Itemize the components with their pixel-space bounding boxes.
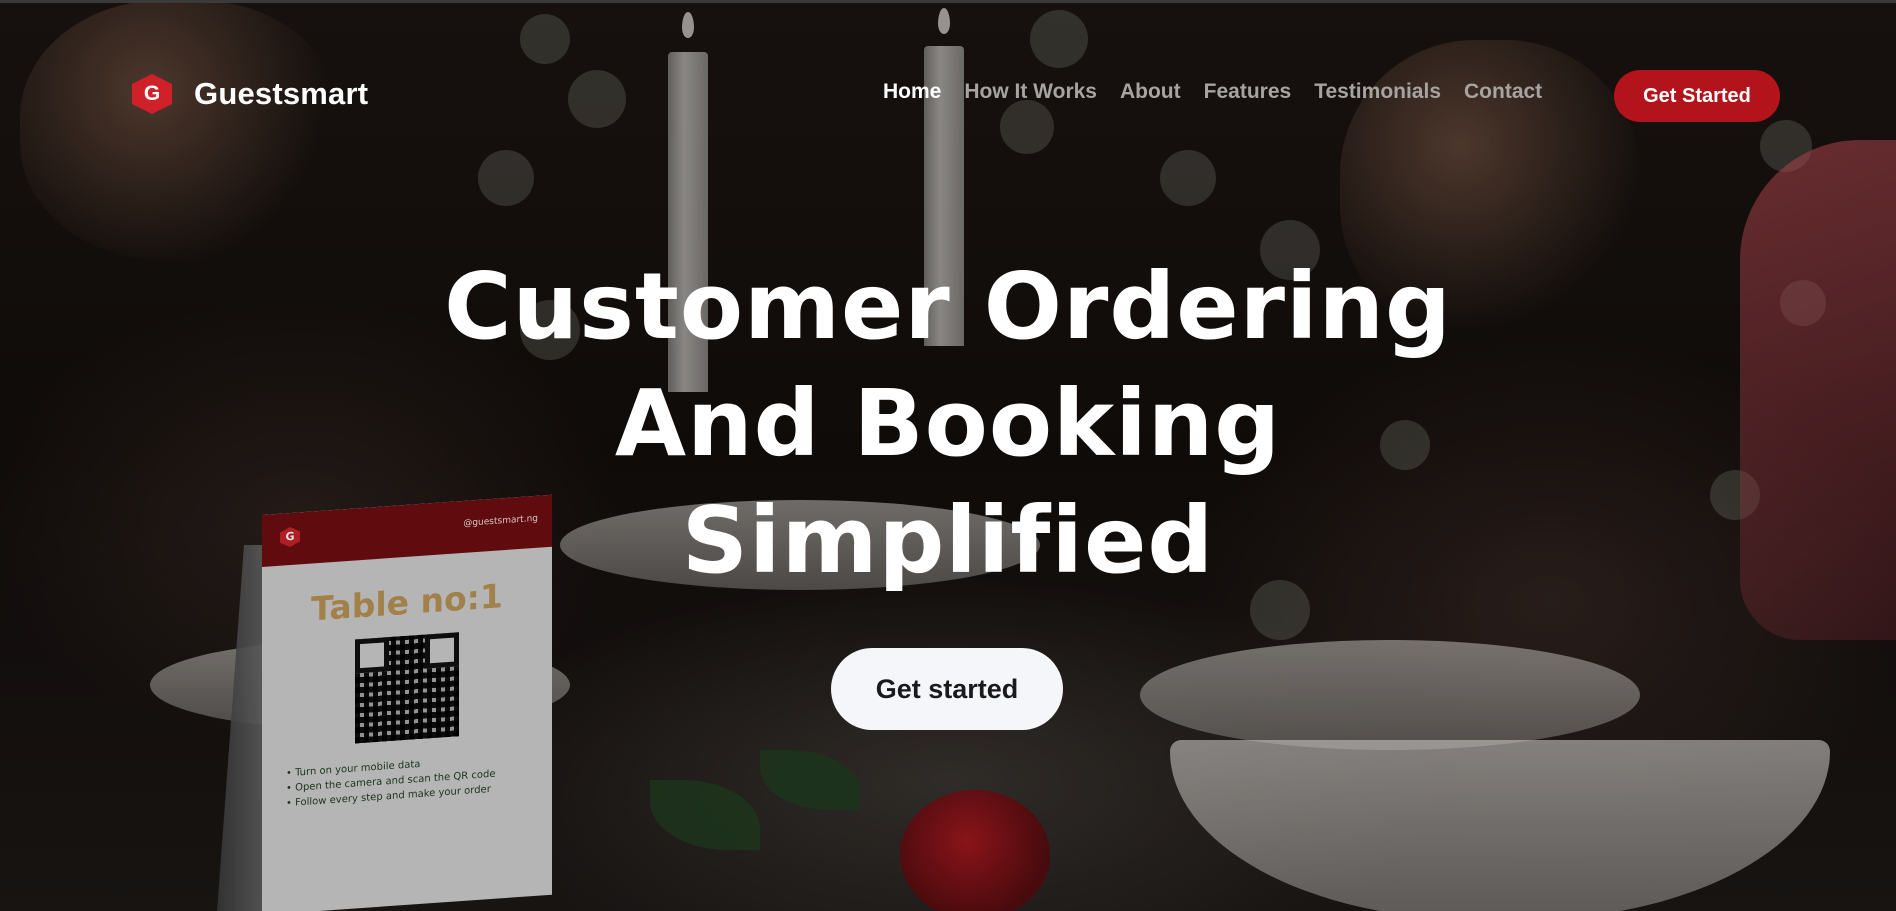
headline-line: Customer Ordering bbox=[444, 253, 1452, 360]
nav-link-contact[interactable]: Contact bbox=[1464, 80, 1542, 104]
nav-link-home[interactable]: Home bbox=[883, 80, 941, 104]
get-started-nav-button[interactable]: Get Started bbox=[1614, 70, 1780, 122]
get-started-hero-button[interactable]: Get started bbox=[831, 648, 1063, 730]
nav-menu: Home How It Works About Features Testimo… bbox=[883, 80, 1542, 104]
nav-link-how-it-works[interactable]: How It Works bbox=[964, 80, 1097, 104]
brand-logo-link[interactable]: G Guestsmart bbox=[132, 74, 368, 114]
top-navbar: G Guestsmart Home How It Works About Fea… bbox=[0, 0, 1896, 190]
nav-link-testimonials[interactable]: Testimonials bbox=[1314, 80, 1441, 104]
headline-line: And Booking bbox=[614, 370, 1282, 477]
guestsmart-logo-icon: G bbox=[132, 74, 172, 114]
headline-line: Simplified bbox=[681, 487, 1215, 594]
hero-headline: Customer Ordering And Booking Simplified bbox=[348, 248, 1548, 599]
nav-link-about[interactable]: About bbox=[1120, 80, 1181, 104]
brand-name: Guestsmart bbox=[194, 76, 369, 111]
hero-section: G @guestsmart.ng Table no:1 • Turn on yo… bbox=[0, 0, 1896, 911]
nav-link-features[interactable]: Features bbox=[1204, 80, 1292, 104]
